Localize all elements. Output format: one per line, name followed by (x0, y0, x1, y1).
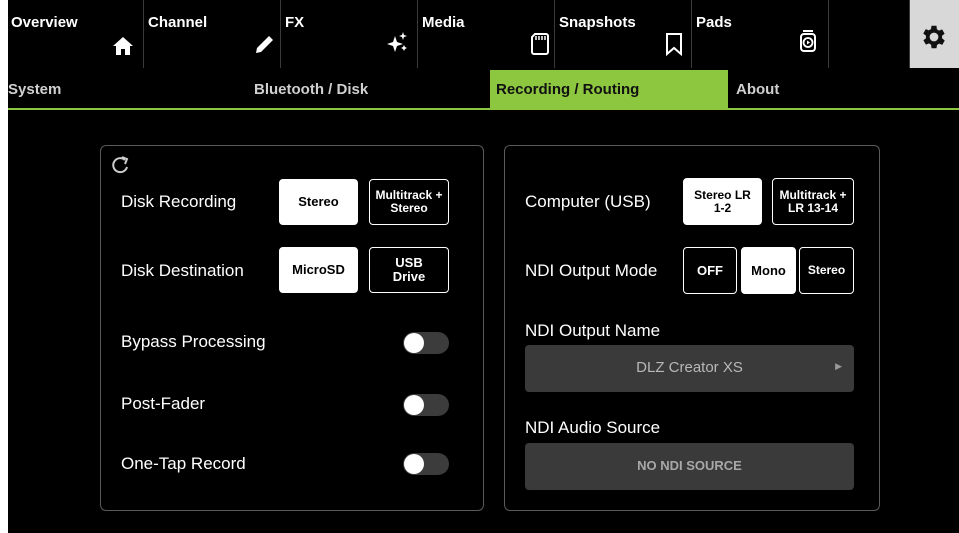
ndi-audio-source-field[interactable]: NO NDI SOURCE (525, 443, 854, 490)
one-tap-record-toggle[interactable] (403, 453, 449, 475)
subtab-about[interactable]: About (736, 70, 936, 108)
disk-recording-panel: Disk Recording Stereo Multitrack + Stere… (100, 145, 484, 511)
topnav-spacer (830, 0, 910, 68)
tab-snapshots-label: Snapshots (559, 14, 636, 31)
disk-destination-usb-button[interactable]: USB Drive (369, 247, 449, 293)
ndi-mode-off-button[interactable]: OFF (683, 247, 737, 294)
disk-destination-label: Disk Destination (121, 261, 244, 280)
computer-usb-stereo-button[interactable]: Stereo LR 1-2 (683, 178, 762, 225)
disk-recording-stereo-button[interactable]: Stereo (279, 179, 358, 225)
tab-media[interactable]: Media (419, 0, 555, 68)
subtab-system[interactable]: System (8, 70, 248, 108)
tab-pads-label: Pads (696, 14, 732, 31)
toggle-knob (404, 395, 424, 415)
tab-pads[interactable]: Pads (693, 0, 829, 68)
toggle-knob (404, 333, 424, 353)
refresh-icon[interactable] (110, 155, 132, 175)
ndi-output-name-label: NDI Output Name (525, 321, 661, 340)
bypass-processing-label: Bypass Processing (121, 332, 266, 351)
gear-icon (923, 25, 945, 49)
sd-card-icon (528, 32, 552, 56)
tab-fx[interactable]: FX (282, 0, 418, 68)
routing-panel: Computer (USB) Stereo LR 1-2 Multitrack … (504, 145, 880, 511)
tab-fx-label: FX (285, 14, 305, 31)
tab-snapshots[interactable]: Snapshots (556, 0, 692, 68)
bypass-processing-toggle[interactable] (403, 332, 449, 354)
computer-usb-multitrack-button[interactable]: Multitrack + LR 13-14 (772, 178, 854, 225)
subtab-bluetooth-disk[interactable]: Bluetooth / Disk (254, 70, 490, 108)
pencil-icon (253, 32, 277, 56)
disk-destination-microsd-button[interactable]: MicroSD (279, 247, 358, 293)
ndi-output-mode-label: NDI Output Mode (525, 261, 658, 280)
subtab-system-label: System (8, 81, 62, 98)
computer-usb-label: Computer (USB) (525, 192, 651, 211)
arrow-right-icon: ▶ (835, 361, 842, 371)
tab-channel-label: Channel (148, 14, 208, 31)
disk-recording-multitrack-button[interactable]: Multitrack + Stereo (369, 179, 449, 225)
subtab-recording-routing[interactable]: Recording / Routing (490, 70, 728, 108)
tab-channel[interactable]: Channel (145, 0, 281, 68)
subtab-bluetooth-disk-label: Bluetooth / Disk (254, 81, 369, 98)
ndi-mode-mono-button[interactable]: Mono (741, 247, 796, 294)
ndi-output-name-field[interactable]: DLZ Creator XS ▶ (525, 345, 854, 392)
one-tap-record-label: One-Tap Record (121, 454, 246, 473)
settings-button[interactable] (910, 0, 959, 68)
home-icon (111, 34, 135, 58)
ndi-output-name-value: DLZ Creator XS (636, 359, 743, 376)
subtab-recording-routing-label: Recording / Routing (496, 81, 640, 98)
post-fader-label: Post-Fader (121, 394, 206, 413)
subtab-about-label: About (736, 81, 780, 98)
bookmark-icon (662, 32, 686, 56)
tab-overview-label: Overview (11, 14, 78, 31)
app-window: Overview Channel FX Media Snapshots Pads… (8, 0, 959, 533)
tab-media-label: Media (422, 14, 465, 31)
sub-navigation: System Bluetooth / Disk Recording / Rout… (8, 70, 959, 110)
disk-recording-label: Disk Recording (121, 192, 237, 211)
post-fader-toggle[interactable] (403, 394, 449, 416)
ndi-audio-source-label: NDI Audio Source (525, 418, 661, 437)
sparkle-icon (385, 30, 409, 54)
top-navigation: Overview Channel FX Media Snapshots Pads (8, 0, 959, 68)
ndi-audio-source-value: NO NDI SOURCE (637, 458, 742, 473)
ndi-mode-stereo-button[interactable]: Stereo (799, 247, 854, 294)
pads-icon (796, 29, 820, 53)
toggle-knob (404, 454, 424, 474)
tab-overview[interactable]: Overview (8, 0, 144, 68)
